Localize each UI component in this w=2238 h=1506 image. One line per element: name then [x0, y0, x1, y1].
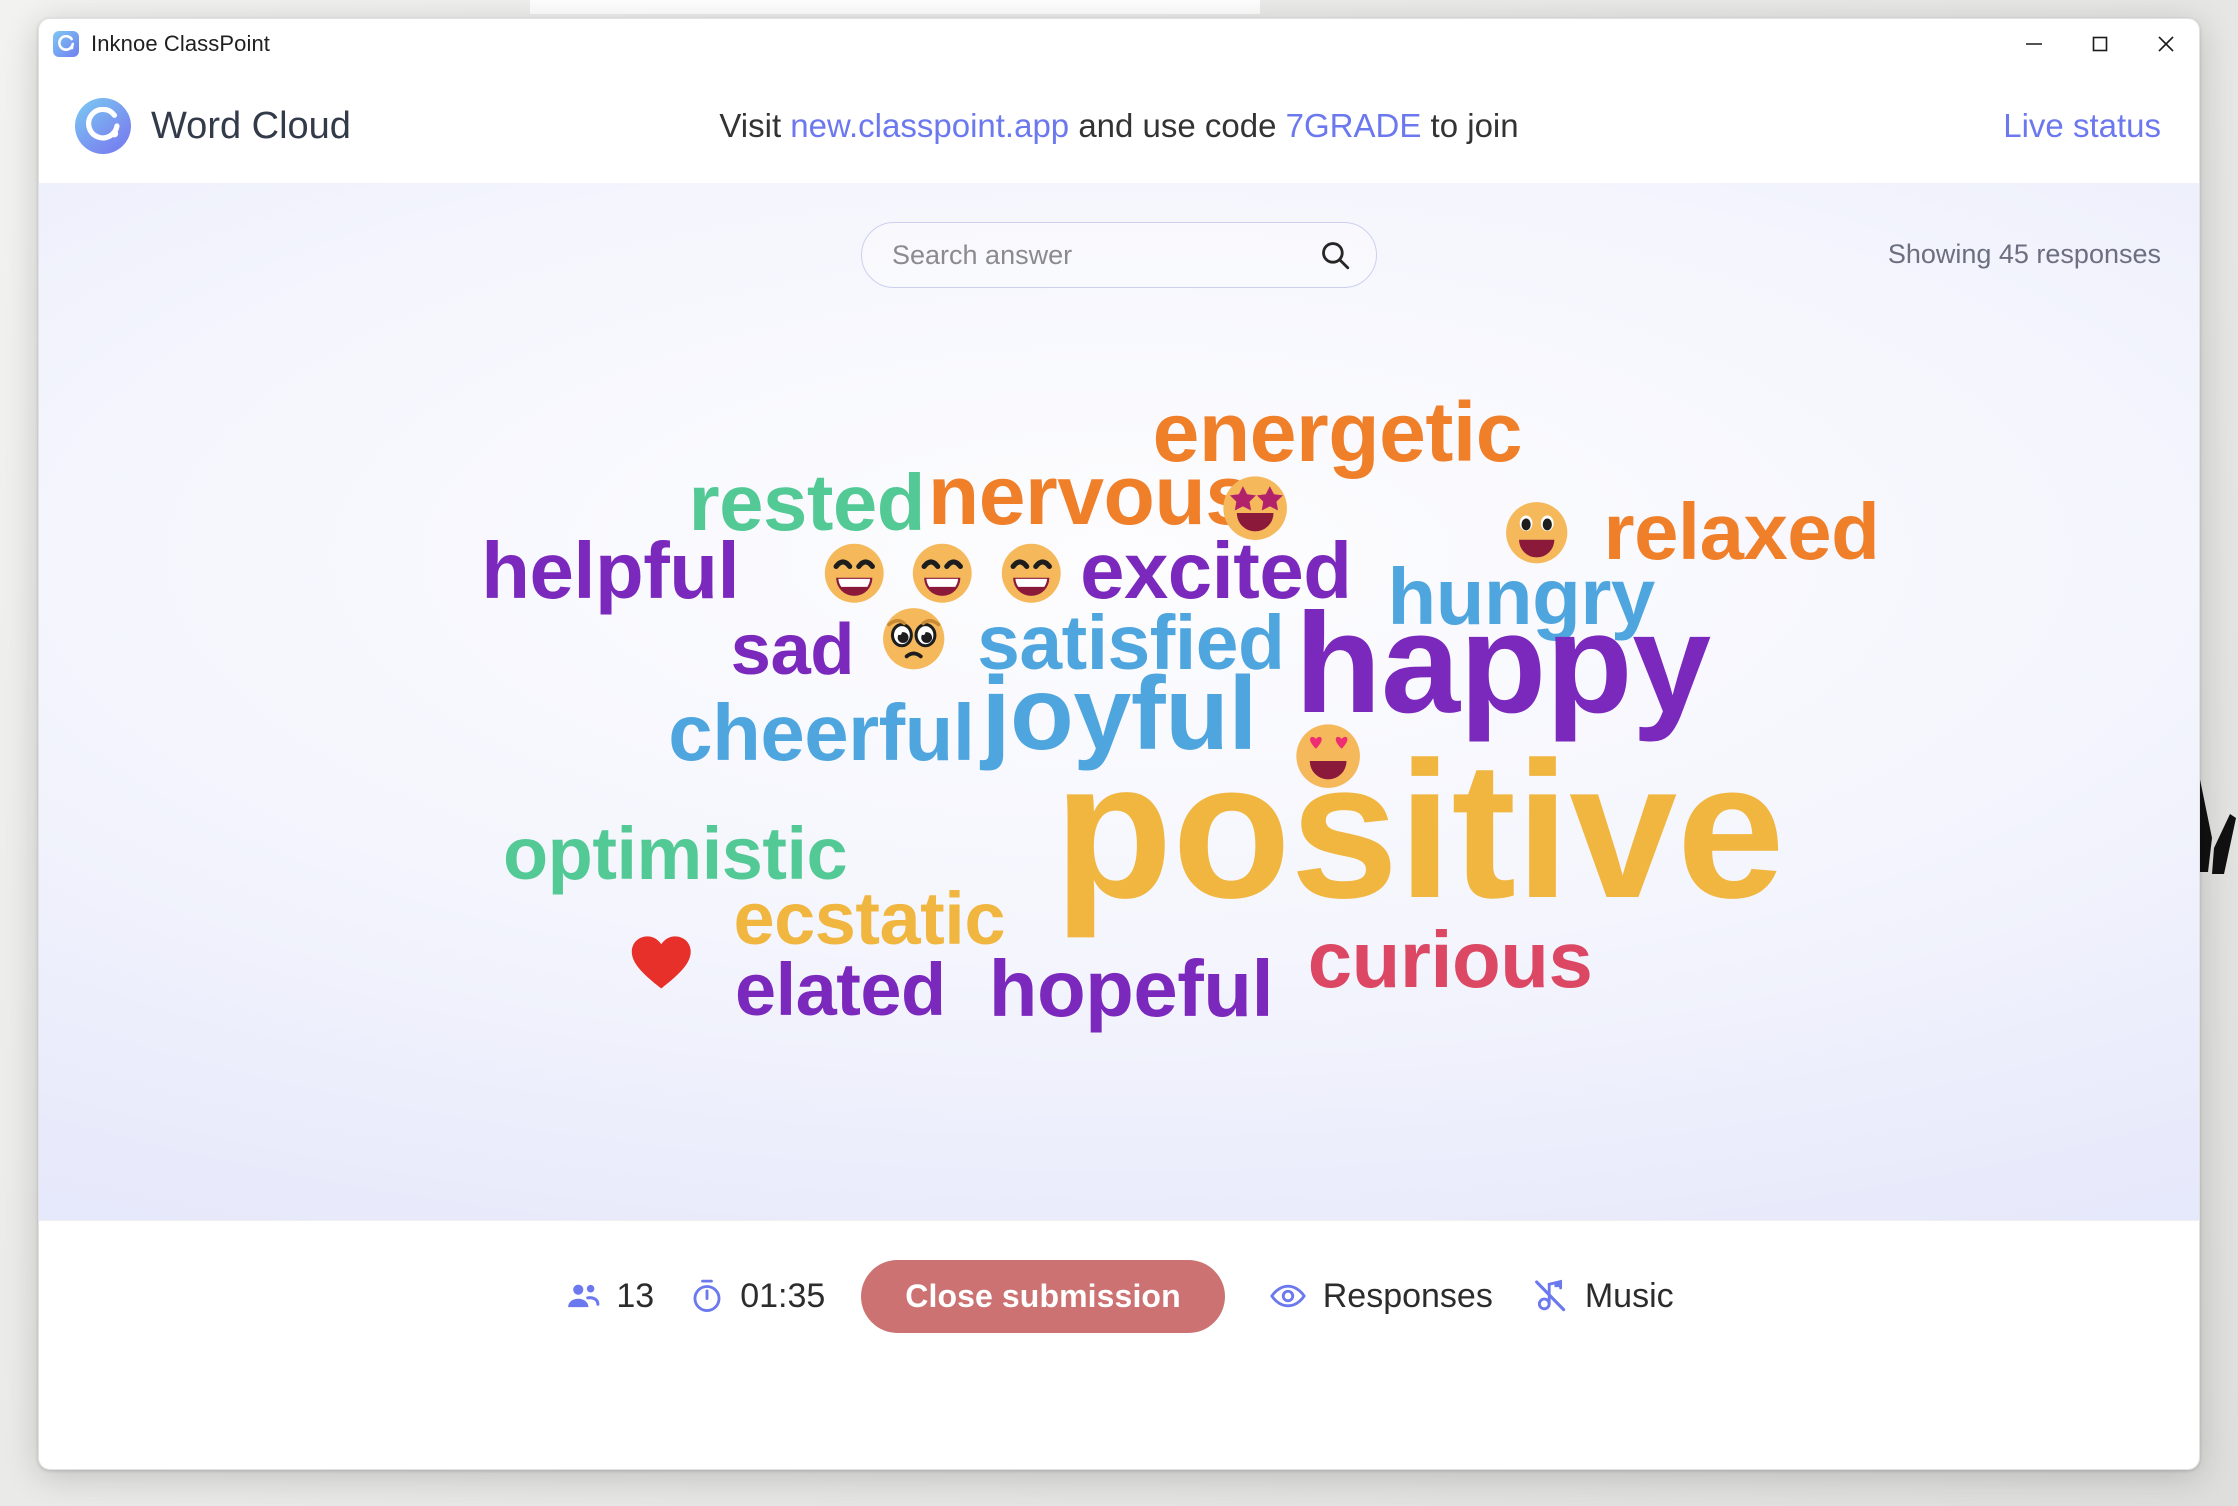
word-cloud-canvas: energetic rested nervous relaxed helpful exci… [39, 183, 2199, 1220]
application-window: Inknoe ClassPoint Word Cloud Visit new.c… [38, 18, 2200, 1470]
beaming-face-emoji[interactable] [995, 537, 1068, 610]
eye-icon [1269, 1277, 1307, 1315]
people-icon [564, 1277, 602, 1315]
cloud-word[interactable]: nervous [928, 453, 1252, 537]
stopwatch-icon [688, 1277, 726, 1315]
cloud-word[interactable]: elated [735, 952, 946, 1027]
join-code: 7GRADE [1285, 107, 1422, 144]
grinning-face-big-eyes-emoji[interactable] [1499, 495, 1574, 570]
cloud-word[interactable]: helpful [481, 531, 739, 611]
page-title: Word Cloud [151, 104, 351, 147]
music-label: Music [1584, 1276, 1674, 1315]
cloud-word[interactable]: positive [1054, 733, 1785, 928]
beaming-face-emoji[interactable] [818, 537, 891, 610]
window-controls [2001, 19, 2199, 69]
pleading-face-emoji[interactable] [876, 601, 951, 676]
participants-count: 13 [616, 1276, 655, 1315]
window-title: Inknoe ClassPoint [91, 31, 271, 56]
bottom-toolbar: 13 01:35 Close submission Responses Musi… [39, 1220, 2199, 1371]
music-off-icon [1531, 1277, 1569, 1315]
join-suffix: to join [1421, 107, 1519, 144]
minimize-icon[interactable] [2001, 19, 2067, 69]
cloud-word[interactable]: curious [1308, 919, 1593, 1000]
background-panel [530, 0, 1260, 14]
title-bar: Inknoe ClassPoint [39, 19, 2199, 69]
responses-label: Responses [1322, 1276, 1493, 1315]
star-struck-emoji[interactable] [1216, 469, 1294, 547]
close-icon[interactable] [2133, 19, 2199, 69]
cloud-word[interactable]: cheerful [668, 693, 975, 773]
smiling-face-hearts-emoji[interactable] [1289, 717, 1367, 795]
participants-stat: 13 [564, 1277, 654, 1316]
red-heart-emoji[interactable] [625, 925, 698, 998]
classpoint-logo-icon [53, 31, 79, 57]
cloud-word[interactable]: hopeful [989, 948, 1274, 1029]
brand-block: Word Cloud [75, 98, 351, 154]
music-button[interactable]: Music [1531, 1277, 1674, 1316]
timer-value: 01:35 [740, 1276, 826, 1315]
classpoint-circle-logo-icon [75, 98, 131, 154]
close-submission-button[interactable]: Close submission [861, 1259, 1225, 1333]
cloud-word[interactable]: happy [1295, 593, 1711, 735]
beaming-face-emoji[interactable] [906, 537, 979, 610]
join-prefix: Visit [719, 107, 791, 144]
cloud-word[interactable]: ecstatic [734, 881, 1006, 956]
join-instruction: Visit new.classpoint.app and use code 7G… [39, 107, 2199, 145]
join-url[interactable]: new.classpoint.app [790, 107, 1069, 144]
join-middle: and use code [1069, 107, 1286, 144]
responses-button[interactable]: Responses [1269, 1277, 1493, 1316]
word-cloud-stage: Showing 45 responses energeticrestednerv… [39, 183, 2199, 1220]
maximize-icon[interactable] [2067, 19, 2133, 69]
activity-header: Word Cloud Visit new.classpoint.app and … [39, 69, 2199, 183]
cloud-word[interactable]: sad [731, 613, 855, 687]
timer-stat: 01:35 [688, 1277, 825, 1316]
live-status-link[interactable]: Live status [2003, 107, 2161, 145]
